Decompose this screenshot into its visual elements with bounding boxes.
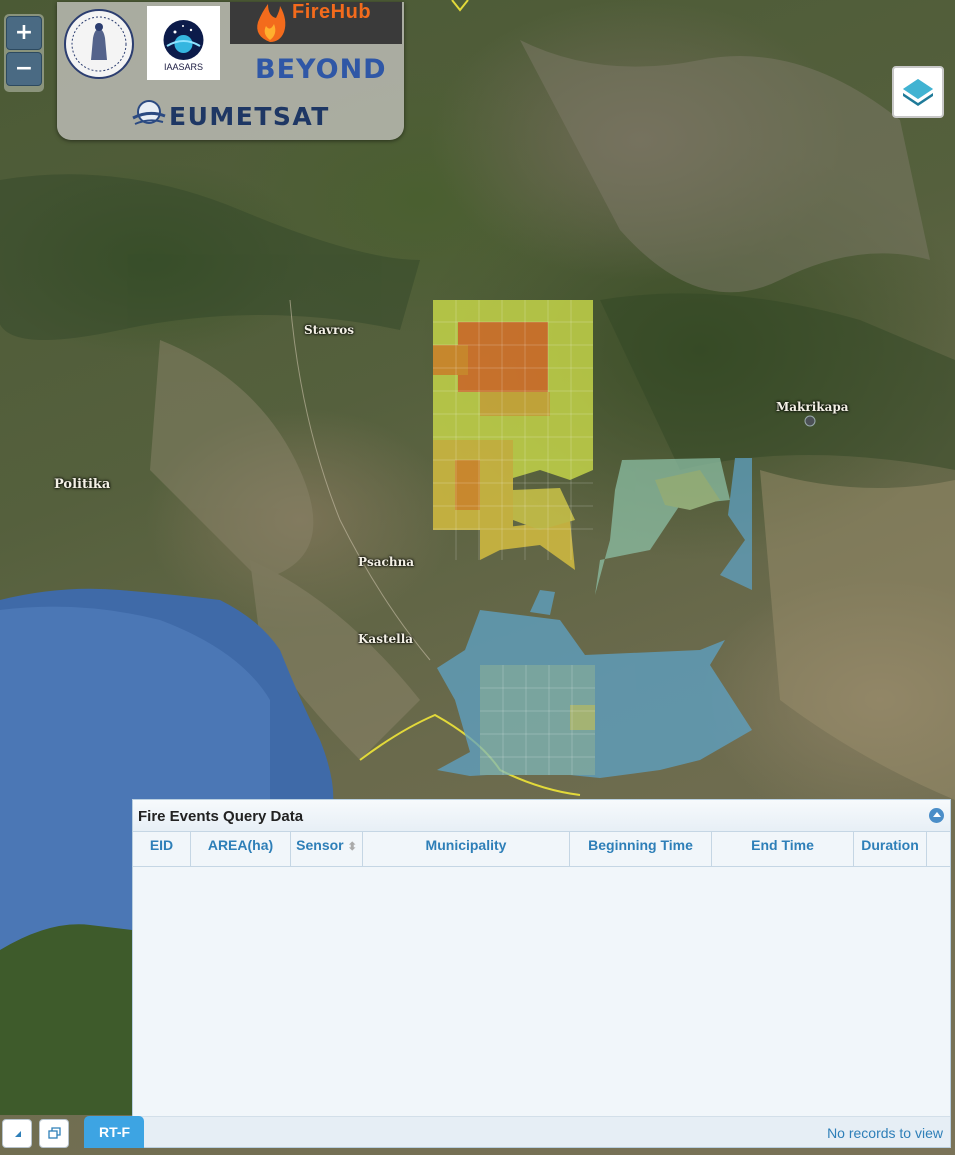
window-icon <box>48 1127 61 1139</box>
zoom-control: + − <box>4 14 44 92</box>
table-header-row: EID AREA(ha) Sensor ⬍ Municipality Beginn… <box>133 832 950 867</box>
layer-switcher-button[interactable] <box>892 66 944 118</box>
fire-events-query-panel: Fire Events Query Data EID AREA(ha) Sens… <box>132 799 951 1148</box>
iaasars-logo: IAASARS <box>147 6 220 80</box>
eumetsat-globe-icon <box>132 100 166 125</box>
iaasars-emblem-icon <box>163 20 204 60</box>
beyond-logo: BEYOND <box>255 54 387 85</box>
tab-rt-fire[interactable]: RT-F <box>84 1116 144 1148</box>
column-header-area[interactable]: AREA(ha) <box>191 832 291 866</box>
select-tool-button[interactable] <box>2 1119 32 1148</box>
iaasars-label: IAASARS <box>163 62 203 72</box>
column-header-sensor-label: Sensor <box>296 837 344 853</box>
partner-logos-panel: IAASARS FireHub BEYOND EUMETSAT <box>57 1 404 140</box>
panel-title: Fire Events Query Data <box>138 808 304 825</box>
burned-area-south[interactable] <box>437 590 752 778</box>
panel-footer: No records to view <box>133 1116 950 1147</box>
column-header-eid[interactable]: EID <box>133 832 191 866</box>
place-label-kastella: Kastella <box>358 632 414 646</box>
records-count-text: No records to view <box>827 1125 943 1141</box>
panel-header: Fire Events Query Data <box>133 800 950 832</box>
column-header-municipality[interactable]: Municipality <box>363 832 570 866</box>
pointer-icon <box>15 1131 21 1137</box>
firehub-label: FireHub <box>292 1 372 23</box>
place-label-politika: Politika <box>54 477 111 492</box>
column-header-duration[interactable]: Duration <box>854 832 927 866</box>
burned-area-east[interactable] <box>595 458 752 595</box>
column-header-end-time[interactable]: End Time <box>712 832 854 866</box>
sort-indicator-icon: ⬍ <box>347 841 357 853</box>
university-seal-logo <box>64 9 134 79</box>
zoom-out-button[interactable]: − <box>6 52 42 86</box>
column-header-sensor[interactable]: Sensor ⬍ <box>291 832 363 866</box>
place-label-stavros: Stavros <box>304 323 355 337</box>
place-label-psachna: Psachna <box>358 555 415 569</box>
eumetsat-label: EUMETSAT <box>169 102 330 131</box>
firehub-logo: FireHub <box>230 1 402 44</box>
place-label-makrikapa: Makrikapa <box>776 400 849 414</box>
window-tool-button[interactable] <box>39 1119 69 1148</box>
zoom-in-button[interactable]: + <box>6 16 42 50</box>
column-header-beginning-time[interactable]: Beginning Time <box>570 832 712 866</box>
flame-icon <box>257 4 286 42</box>
collapse-panel-button[interactable] <box>929 808 944 823</box>
layers-icon <box>903 79 933 106</box>
